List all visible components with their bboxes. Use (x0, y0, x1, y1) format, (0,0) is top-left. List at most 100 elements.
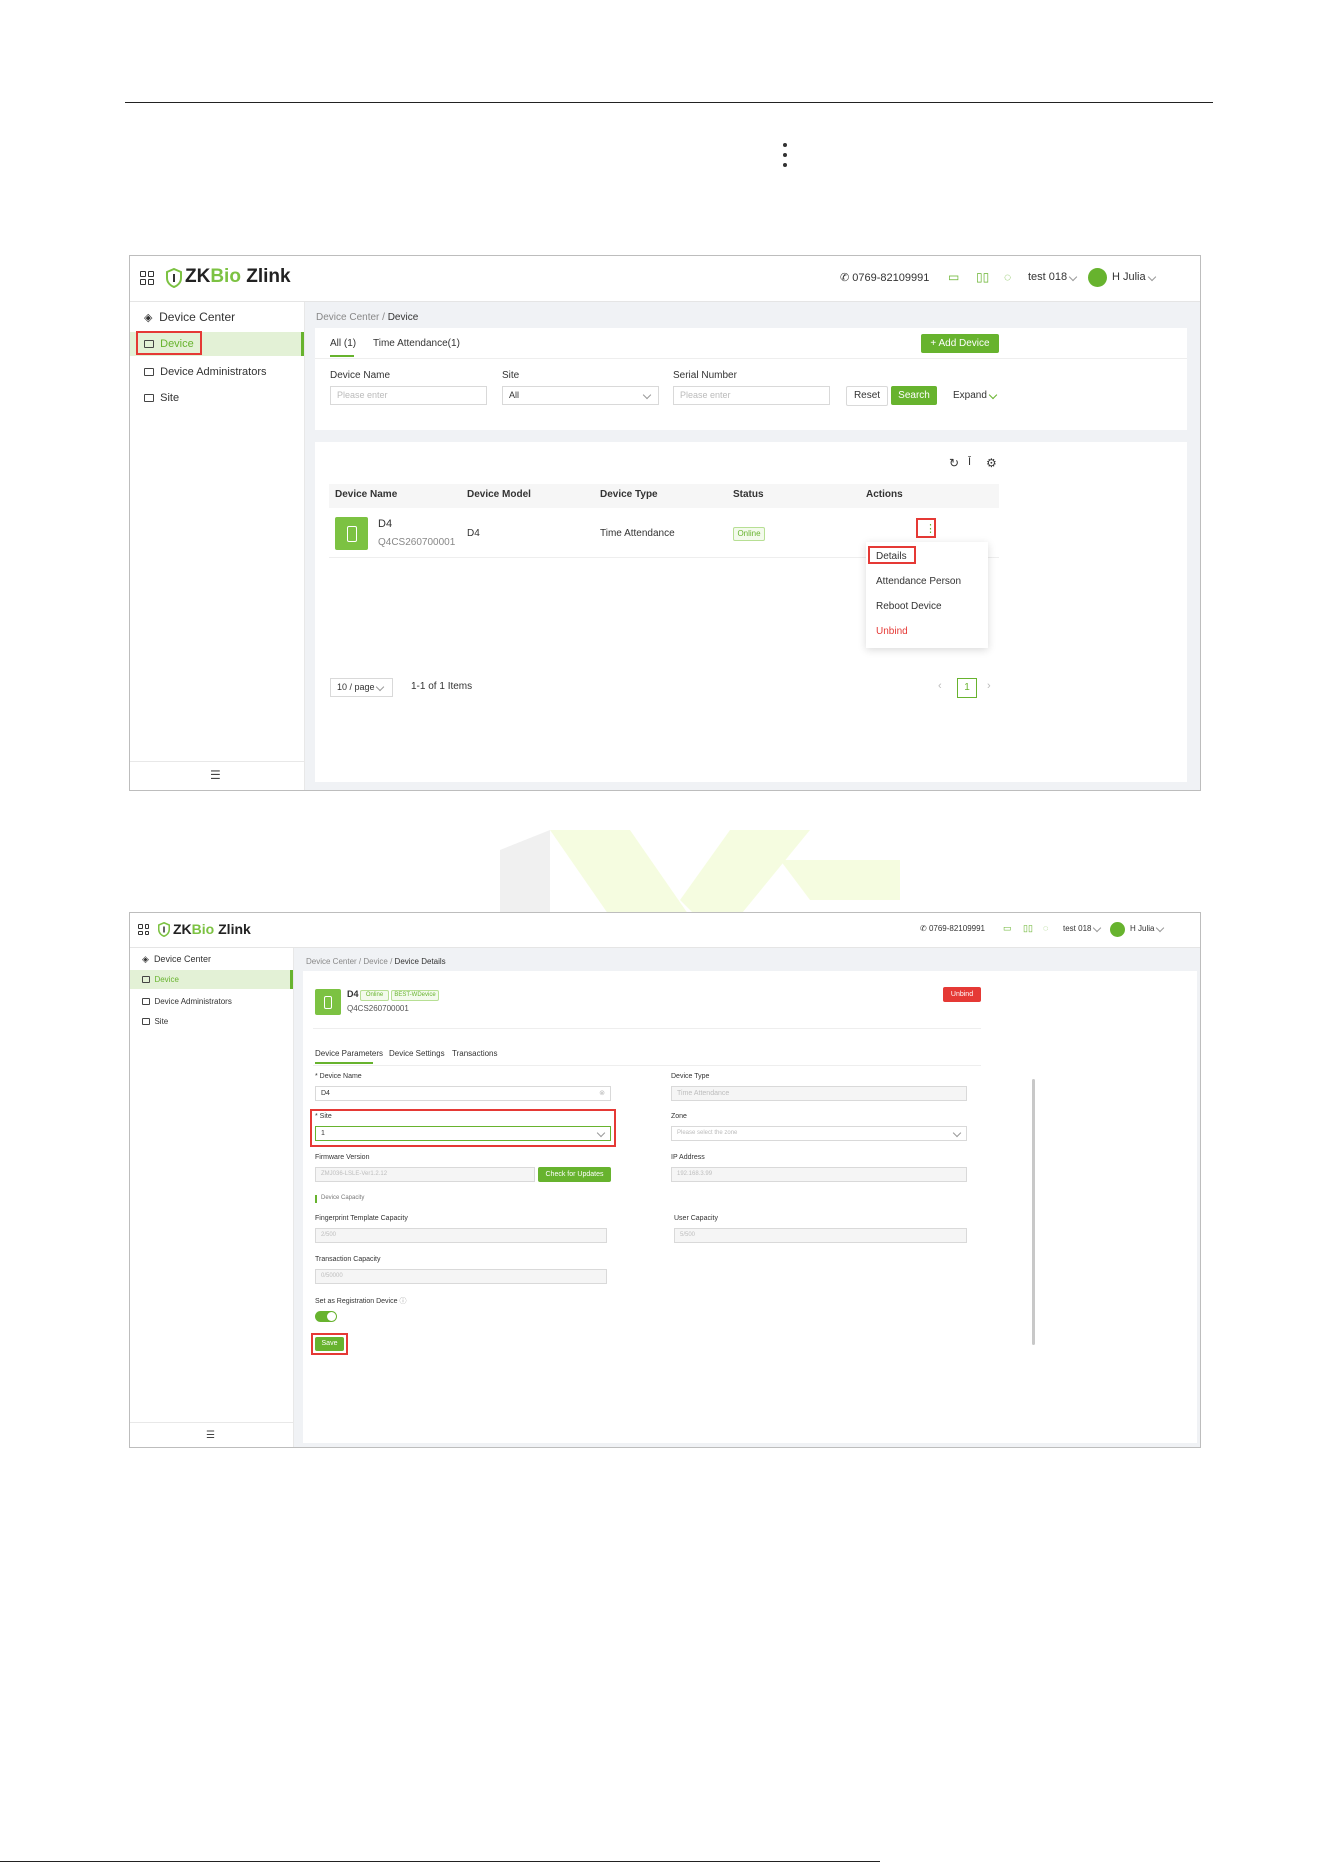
prev-page-icon[interactable]: ‹ (938, 680, 942, 692)
monitor-icon (142, 1018, 150, 1026)
avatar[interactable] (1088, 268, 1107, 287)
screenshot-device-details: ZKBio Zlink ✆ 0769-82109991 ▭ ▯▯ ◌ test … (129, 912, 1201, 1448)
reset-button[interactable]: Reset (846, 386, 888, 406)
site-select[interactable]: All (502, 386, 659, 405)
page-top-rule (125, 102, 1213, 103)
col-status: Status (733, 489, 764, 500)
capacity-section-title: Device Capacity (321, 1195, 365, 1201)
sidebar-item-device-administrators[interactable]: Device Administrators (130, 994, 293, 1010)
phone-number: ✆ 0769-82109991 (840, 272, 930, 284)
screenshot-device-list: ZKBio Zlink ✆ 0769-82109991 ▭ ▯▯ ◌ test … (129, 255, 1201, 791)
monitor-icon (144, 394, 154, 403)
row-device-serial: Q4CS260700001 (378, 537, 456, 548)
device-type-label: Device Type (671, 1073, 710, 1080)
phone-device-icon (347, 526, 357, 542)
monitor-icon (142, 998, 150, 1006)
device-thumbnail (335, 517, 368, 550)
tab-time-attendance[interactable]: Time Attendance(1) (373, 338, 460, 349)
sidebar-item-device[interactable]: Device (130, 970, 293, 989)
shield-logo-icon (158, 922, 170, 937)
device-name-input[interactable]: Please enter (330, 386, 487, 405)
column-height-icon[interactable]: Ī (968, 456, 971, 468)
phone-number: ✆ 0769-82109991 (920, 924, 985, 933)
highlight-details-menu (868, 546, 916, 564)
shield-logo-icon (166, 268, 182, 288)
row-device-model: D4 (467, 528, 480, 539)
next-page-icon[interactable]: › (987, 680, 991, 692)
scrollbar[interactable] (1032, 1079, 1035, 1345)
user-menu[interactable]: H Julia (1130, 923, 1164, 933)
device-type-badge: BEST-WDevice (391, 990, 439, 1001)
capacity-section-marker (315, 1195, 317, 1203)
org-selector[interactable]: test 018 (1063, 923, 1101, 933)
breadcrumb: Device Center / Device / Device Details (306, 957, 446, 966)
registration-toggle[interactable] (315, 1311, 337, 1322)
transaction-capacity-label: Transaction Capacity (315, 1256, 381, 1263)
menu-item-attendance-person[interactable]: Attendance Person (876, 576, 961, 587)
book-icon[interactable]: ▯▯ (1023, 923, 1033, 934)
device-serial: Q4CS260700001 (347, 1004, 409, 1013)
sidebar: ◈ Device Center Device Device Administra… (130, 948, 294, 1447)
check-updates-button[interactable]: Check for Updates (538, 1167, 611, 1182)
sidebar-item-device-administrators[interactable]: Device Administrators (130, 362, 304, 382)
unbind-button[interactable]: Unbind (943, 987, 981, 1002)
phone-icon: ✆ (920, 924, 927, 933)
row-device-type: Time Attendance (600, 528, 675, 539)
apps-grid-icon[interactable] (140, 271, 154, 285)
device-table-card: ↻ Ī ⚙ Device Name Device Model Device Ty… (315, 442, 1187, 782)
avatar[interactable] (1110, 922, 1125, 937)
device-type-field: Time Attendance (671, 1086, 967, 1101)
page-size-select[interactable]: 10 / page (330, 678, 393, 697)
chevron-down-icon (375, 682, 385, 692)
col-device-model: Device Model (467, 489, 531, 500)
firmware-field: ZMJ036-LSLE-Ver1.2.12 (315, 1167, 535, 1182)
brand-logo: ZKBio Zlink (185, 266, 291, 287)
chat-icon[interactable]: ◌ (1043, 923, 1048, 933)
serial-number-input[interactable]: Please enter (673, 386, 830, 405)
tab-transactions[interactable]: Transactions (452, 1049, 498, 1058)
apps-grid-icon[interactable] (138, 924, 149, 935)
chat-icon[interactable]: ◌ (1004, 270, 1011, 284)
toggle-knob (327, 1312, 336, 1321)
tab-all[interactable]: All (1) (330, 338, 356, 349)
phone-device-icon (324, 996, 332, 1009)
more-actions-icon (780, 143, 790, 173)
collapse-menu-icon[interactable]: ☰ (210, 768, 221, 782)
device-title: D4 (347, 989, 359, 999)
user-menu[interactable]: H Julia (1112, 271, 1156, 283)
user-capacity-label: User Capacity (674, 1215, 718, 1222)
refresh-icon[interactable]: ↻ (949, 456, 959, 470)
add-device-button[interactable]: + Add Device (921, 334, 999, 353)
sidebar-item-site[interactable]: Site (130, 1014, 293, 1030)
layers-icon: ◈ (142, 954, 149, 964)
tab-device-parameters[interactable]: Device Parameters (315, 1049, 383, 1058)
pagination-summary: 1-1 of 1 Items (411, 681, 473, 692)
fingerprint-capacity-label: Fingerprint Template Capacity (315, 1215, 408, 1222)
folder-icon[interactable]: ▭ (948, 270, 959, 284)
page-1-button[interactable]: 1 (957, 678, 977, 698)
menu-item-reboot-device[interactable]: Reboot Device (876, 601, 942, 612)
collapse-menu-icon[interactable]: ☰ (206, 1430, 215, 1441)
menu-item-unbind[interactable]: Unbind (876, 626, 908, 637)
highlight-save-button (311, 1333, 348, 1355)
search-button[interactable]: Search (891, 386, 937, 405)
device-name-label: * Device Name (315, 1073, 362, 1080)
status-badge: Online (733, 527, 765, 541)
folder-icon[interactable]: ▭ (1003, 923, 1012, 934)
phone-icon: ✆ (840, 272, 850, 284)
device-name-input[interactable]: D4 ⊗ (315, 1086, 611, 1101)
col-device-name: Device Name (335, 489, 398, 500)
tab-device-settings[interactable]: Device Settings (389, 1049, 445, 1058)
expand-link[interactable]: Expand (953, 390, 997, 401)
info-icon: ⓘ (399, 1298, 407, 1305)
clear-icon[interactable]: ⊗ (599, 1087, 605, 1100)
settings-icon[interactable]: ⚙ (986, 456, 997, 470)
device-name-label: Device Name (330, 370, 391, 381)
zone-select[interactable]: Please select the zone (671, 1126, 967, 1141)
device-thumbnail (315, 989, 341, 1015)
sidebar-item-site[interactable]: Site (130, 388, 304, 408)
org-selector[interactable]: test 018 (1028, 271, 1078, 283)
brand-logo: ZKBio Zlink (173, 921, 251, 937)
chevron-down-icon (988, 390, 997, 400)
book-icon[interactable]: ▯▯ (976, 270, 989, 284)
